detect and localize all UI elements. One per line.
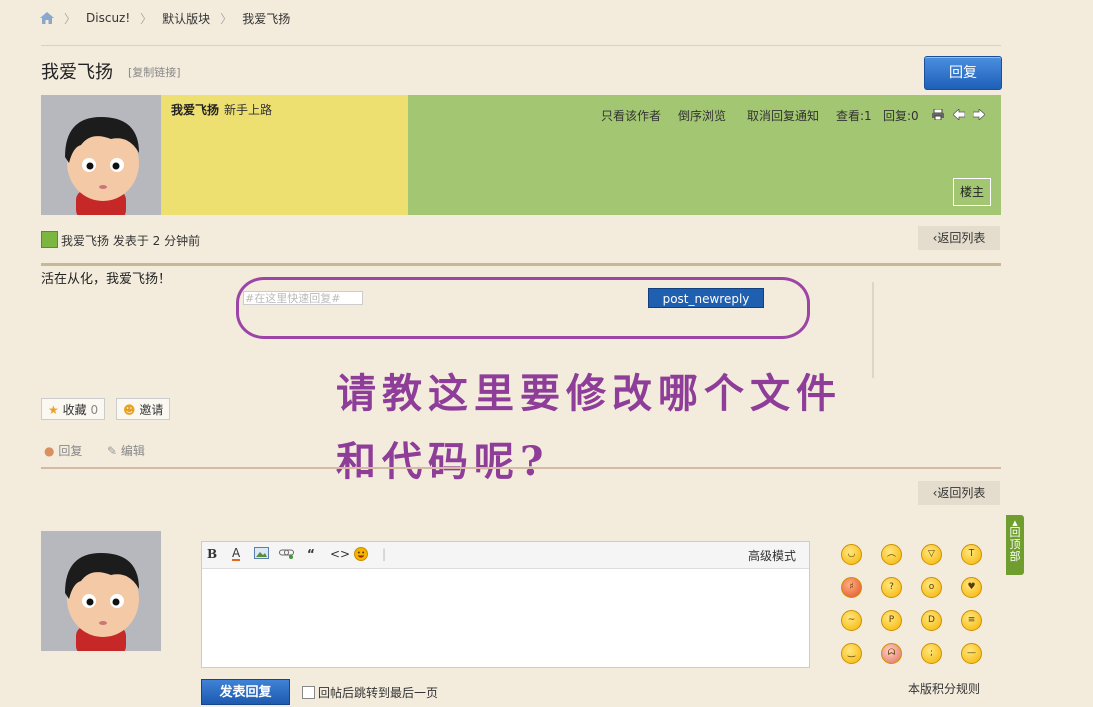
smiley-cry-icon[interactable]: Ｔ xyxy=(961,544,982,565)
invite-label: 邀请 xyxy=(139,403,164,417)
post-meta: 我爱飞扬 发表于 2 分钟前 xyxy=(61,234,201,248)
smiley-shy-icon[interactable]: ~ xyxy=(841,610,862,631)
only-author-link[interactable]: 只看该作者 xyxy=(601,107,661,124)
invite-icon: ☻ xyxy=(123,403,136,417)
cancel-notify-link[interactable]: 取消回复通知 xyxy=(747,107,819,124)
divider xyxy=(41,45,1001,46)
annotation-text: 请教这里要修改哪个文件和代码呢? xyxy=(336,370,842,485)
smiley-sweat-icon[interactable]: — xyxy=(961,643,982,664)
invite-button[interactable]: ☻ 邀请 xyxy=(116,398,171,420)
back-to-list-label: 返回列表 xyxy=(937,486,986,500)
smiley-tongue-icon[interactable]: P xyxy=(881,610,902,631)
edit-link-label: 编辑 xyxy=(120,444,145,458)
divider xyxy=(41,467,1001,469)
smiley-grin-icon[interactable]: ▽ xyxy=(921,544,942,565)
jump-to-last-page-label[interactable]: 回帖后跳转到最后一页 xyxy=(318,684,438,701)
smiley-wink-icon[interactable]: ; xyxy=(921,643,942,664)
edit-link[interactable]: ✎ 编辑 xyxy=(107,442,145,459)
print-icon[interactable] xyxy=(932,108,944,121)
author-name[interactable]: 我爱飞扬 xyxy=(171,101,219,118)
author-rank: 新手上路 xyxy=(224,103,273,117)
breadcrumb-separator: 〉 xyxy=(64,11,77,26)
submit-reply-button[interactable]: 发表回复 xyxy=(201,679,290,705)
smiley-happy-icon[interactable]: ‿ xyxy=(841,643,862,664)
avatar[interactable] xyxy=(41,531,161,651)
online-user-icon xyxy=(41,231,58,248)
reply-count: 回复:0 xyxy=(883,109,919,123)
avatar[interactable] xyxy=(41,95,161,215)
quick-reply-input[interactable]: #在这里快速回复# xyxy=(243,291,363,305)
quote-icon[interactable]: “ xyxy=(307,547,315,561)
image-icon[interactable] xyxy=(254,547,269,562)
breadcrumb-item-thread[interactable]: 我爱飞扬 xyxy=(242,10,290,27)
smiley-question-icon[interactable]: ? xyxy=(881,577,902,598)
reverse-order-link[interactable]: 倒序浏览 xyxy=(678,107,726,124)
advanced-mode-link[interactable]: 高级模式 xyxy=(748,547,796,564)
back-to-list-button[interactable]: ‹返回列表 xyxy=(918,481,1000,505)
breadcrumb: 〉 Discuz! 〉 默认版块 〉 我爱飞扬 xyxy=(40,8,290,28)
smiley-big-grin-icon[interactable]: ≡ xyxy=(961,610,982,631)
back-to-list-label: 返回列表 xyxy=(937,231,986,245)
favorite-count: 0 xyxy=(90,403,99,417)
breadcrumb-separator: 〉 xyxy=(140,11,153,26)
smiley-surprised-icon[interactable]: o xyxy=(921,577,942,598)
back-to-top-label: 回顶部 xyxy=(1009,526,1021,563)
previous-thread-icon[interactable] xyxy=(952,108,966,121)
reply-link-label: 回复 xyxy=(58,444,83,458)
star-icon: ★ xyxy=(48,403,59,417)
breadcrumb-item-forum[interactable]: 默认版块 xyxy=(162,10,210,27)
font-color-button[interactable]: A xyxy=(232,547,241,561)
forum-rules-link[interactable]: 本版积分规则 xyxy=(908,680,980,697)
next-thread-icon[interactable] xyxy=(972,108,986,121)
divider xyxy=(41,263,1001,266)
breadcrumb-separator: 〉 xyxy=(220,11,233,26)
view-count: 查看:1 xyxy=(836,109,872,123)
smiley-angry-icon[interactable]: ♯ xyxy=(841,577,862,598)
back-to-list-button[interactable]: ‹返回列表 xyxy=(918,226,1000,250)
toolbar-separator: | xyxy=(382,547,387,561)
quick-reply-submit-button[interactable]: post_newreply xyxy=(648,288,764,308)
copy-link[interactable]: [复制链接] xyxy=(128,64,181,80)
breadcrumb-item-discuz[interactable]: Discuz! xyxy=(86,11,130,25)
smiley-sad-icon[interactable]: ︵ xyxy=(881,544,902,565)
post-content: 活在从化，我爱飞扬！ xyxy=(41,272,172,287)
link-icon[interactable] xyxy=(279,547,295,562)
pencil-icon: ✎ xyxy=(107,444,118,458)
reply-button[interactable]: 回复 xyxy=(924,56,1002,90)
code-icon[interactable]: <> xyxy=(330,547,350,561)
smiley-icon[interactable] xyxy=(354,547,368,564)
favorite-label: 收藏 xyxy=(62,403,87,417)
comment-icon: ● xyxy=(44,444,55,458)
jump-to-last-page-checkbox[interactable] xyxy=(302,686,315,699)
floor-badge: 楼主 xyxy=(953,178,991,206)
bold-button[interactable]: B xyxy=(207,547,217,561)
page-title: 我爱飞扬 xyxy=(41,62,113,83)
smiley-mad-icon[interactable]: ᗣ xyxy=(881,643,902,664)
home-icon[interactable] xyxy=(40,12,54,24)
reply-link[interactable]: ● 回复 xyxy=(44,442,82,459)
back-to-top-button[interactable]: ▲ 回顶部 xyxy=(1006,515,1024,575)
smiley-love-icon[interactable]: ♥ xyxy=(961,577,982,598)
smiley-laugh-icon[interactable]: D xyxy=(921,610,942,631)
favorite-button[interactable]: ★ 收藏 0 xyxy=(41,398,106,420)
smiley-smile-icon[interactable]: ◡ xyxy=(841,544,862,565)
